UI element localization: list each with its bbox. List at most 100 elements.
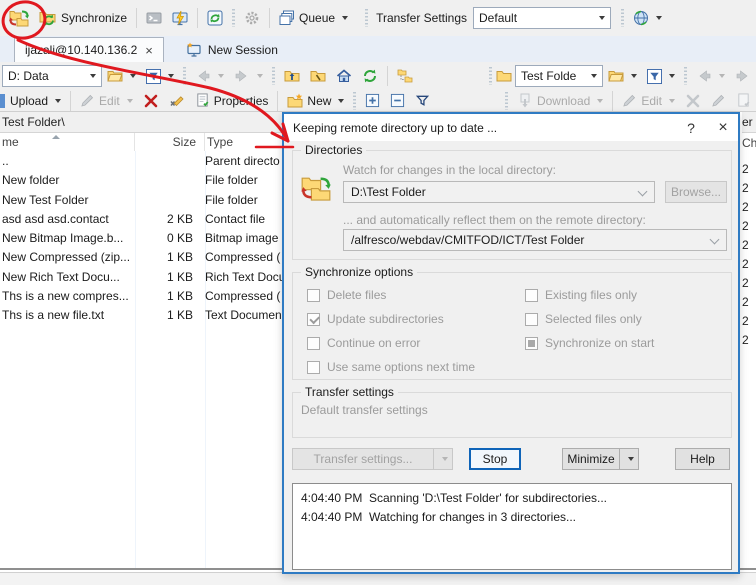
download-button[interactable]: Download xyxy=(512,90,608,112)
refresh-session-button[interactable] xyxy=(202,7,228,29)
keep-remote-up-to-date-button[interactable] xyxy=(4,6,34,30)
toolbar-grip[interactable] xyxy=(365,9,368,27)
local-drive-combo[interactable]: D: Data xyxy=(2,65,102,87)
activity-log[interactable]: 4:04:40 PMScanning 'D:\Test Folder' for … xyxy=(292,483,732,570)
help-button[interactable]: Help xyxy=(675,448,730,470)
rename-button[interactable] xyxy=(164,90,190,112)
toolbar-grip[interactable] xyxy=(505,92,508,110)
table-row[interactable]: New Compressed (zip...1 KBCompressed ( xyxy=(0,248,282,267)
checkbox-existing-files-only[interactable]: Existing files only xyxy=(525,287,637,303)
close-icon[interactable]: × xyxy=(708,114,738,141)
minimize-dropdown[interactable] xyxy=(620,448,639,470)
upload-button[interactable]: Upload xyxy=(5,91,66,111)
local-home-directory-button[interactable] xyxy=(331,65,357,87)
delete-x-icon xyxy=(143,93,159,109)
table-row[interactable]: New Bitmap Image.b...0 KBBitmap image xyxy=(0,229,282,248)
checkbox-delete-files[interactable]: Delete files xyxy=(307,287,386,303)
local-refresh-button[interactable] xyxy=(357,65,383,87)
remote-forward-button[interactable] xyxy=(730,65,756,87)
divider xyxy=(612,91,613,111)
local-filter-button[interactable] xyxy=(141,66,179,87)
preferences-button[interactable] xyxy=(239,7,265,29)
column-header-size[interactable]: Size xyxy=(135,133,205,151)
remote-edit-button[interactable]: Edit xyxy=(617,90,680,111)
terminal-lightning-icon xyxy=(172,10,188,26)
folder-root-icon xyxy=(310,68,326,84)
table-row[interactable]: Ths is a new file.txt1 KBText Documen xyxy=(0,306,282,325)
directories-caption: Directories xyxy=(301,143,366,157)
synchronize-options-caption: Synchronize options xyxy=(301,265,417,279)
checkbox-use-same-options[interactable]: Use same options next time xyxy=(307,359,475,375)
pencil-icon xyxy=(711,93,726,108)
remote-properties-button[interactable] xyxy=(731,90,756,111)
checkbox-continue-on-error[interactable]: Continue on error xyxy=(307,335,420,351)
browse-button[interactable]: Browse... xyxy=(665,181,727,203)
remote-open-directory-button[interactable] xyxy=(603,65,642,87)
new-button[interactable]: New xyxy=(282,90,349,112)
tab-new-session[interactable]: New Session xyxy=(174,37,290,62)
toolbar-grip[interactable] xyxy=(353,92,356,110)
local-file-panel: Test Folder\ me Size Type ..Parent direc… xyxy=(0,112,282,568)
local-directory-combo[interactable]: D:\Test Folder xyxy=(343,181,655,203)
open-putty-button[interactable] xyxy=(167,7,193,29)
toolbar-grip[interactable] xyxy=(232,9,235,27)
toolbar-grip[interactable] xyxy=(183,67,186,85)
table-row[interactable]: Ths is a new compres...1 KBCompressed ( xyxy=(0,287,282,306)
local-root-directory-button[interactable] xyxy=(305,65,331,87)
close-icon[interactable]: × xyxy=(145,44,153,57)
transfer-settings-dropdown[interactable] xyxy=(434,448,453,470)
session-tab-bar: ijazali@10.140.136.2 × New Session xyxy=(0,36,756,62)
remote-filter-button[interactable] xyxy=(642,66,680,87)
column-header-name[interactable]: me xyxy=(0,133,135,151)
divider xyxy=(269,8,270,28)
remote-cell-fragment: 2 xyxy=(742,162,749,176)
local-path-bar[interactable]: Test Folder\ xyxy=(0,112,282,133)
queue-button[interactable]: Queue xyxy=(274,7,353,29)
remote-rename-button[interactable] xyxy=(706,90,731,111)
remove-from-selection-button[interactable] xyxy=(385,90,410,111)
delete-button[interactable] xyxy=(138,90,164,112)
dialog-title: Keeping remote directory up to date ... xyxy=(284,121,497,135)
checkbox-synchronize-on-start[interactable]: Synchronize on start xyxy=(525,335,654,351)
remote-delete-button[interactable] xyxy=(680,90,706,112)
edit-button[interactable]: Edit xyxy=(75,90,138,111)
open-console-button[interactable] xyxy=(141,7,167,29)
local-directory-tree-button[interactable] xyxy=(392,65,418,87)
transfer-settings-button[interactable]: Transfer settings... xyxy=(292,448,434,470)
toolbar-grip[interactable] xyxy=(621,9,624,27)
table-row[interactable]: asd asd asd.contact2 KBContact file xyxy=(0,210,282,229)
add-to-selection-button[interactable] xyxy=(360,90,385,111)
table-row[interactable]: ..Parent directo xyxy=(0,152,282,171)
toolbar-grip[interactable] xyxy=(489,67,492,85)
remote-directory-combo[interactable]: /alfresco/webdav/CMITFOD/ICT/Test Folder xyxy=(343,229,727,251)
minimize-button[interactable]: Minimize xyxy=(562,448,620,470)
table-row[interactable]: New folderFile folder xyxy=(0,171,282,190)
remote-folder-combo[interactable]: Test Folde xyxy=(515,65,603,87)
local-back-button[interactable] xyxy=(190,65,229,87)
table-row[interactable]: New Test FolderFile folder xyxy=(0,191,282,210)
transfer-settings-combo[interactable]: Default xyxy=(473,7,611,29)
dialog-help-button[interactable]: ? xyxy=(676,114,706,141)
local-open-directory-button[interactable] xyxy=(102,65,141,87)
checkbox-selected-files-only[interactable]: Selected files only xyxy=(525,311,642,327)
chevron-down-icon xyxy=(127,99,133,103)
local-forward-button[interactable] xyxy=(229,65,268,87)
divider xyxy=(197,8,198,28)
toolbar-grip[interactable] xyxy=(272,67,275,85)
properties-icon xyxy=(195,93,210,108)
synchronize-button[interactable]: Synchronize xyxy=(34,7,132,29)
remote-back-button[interactable] xyxy=(691,65,730,87)
checkbox-update-subdirectories[interactable]: Update subdirectories xyxy=(307,311,444,327)
chevron-down-icon xyxy=(710,235,720,245)
tab-session[interactable]: ijazali@10.140.136.2 × xyxy=(14,37,164,62)
transfer-settings-globe-button[interactable] xyxy=(628,7,667,29)
transfer-settings-value: Default transfer settings xyxy=(301,403,428,417)
dialog-title-bar[interactable]: Keeping remote directory up to date ... xyxy=(284,114,738,141)
properties-button[interactable]: Properties xyxy=(190,90,274,111)
table-row[interactable]: New Rich Text Docu...1 KBRich Text Docu xyxy=(0,268,282,287)
toolbar-grip[interactable] xyxy=(684,67,687,85)
stop-button[interactable]: Stop xyxy=(469,448,521,470)
local-parent-directory-button[interactable] xyxy=(279,65,305,87)
select-files-button[interactable] xyxy=(410,90,435,111)
column-header-type[interactable]: Type xyxy=(205,133,282,151)
